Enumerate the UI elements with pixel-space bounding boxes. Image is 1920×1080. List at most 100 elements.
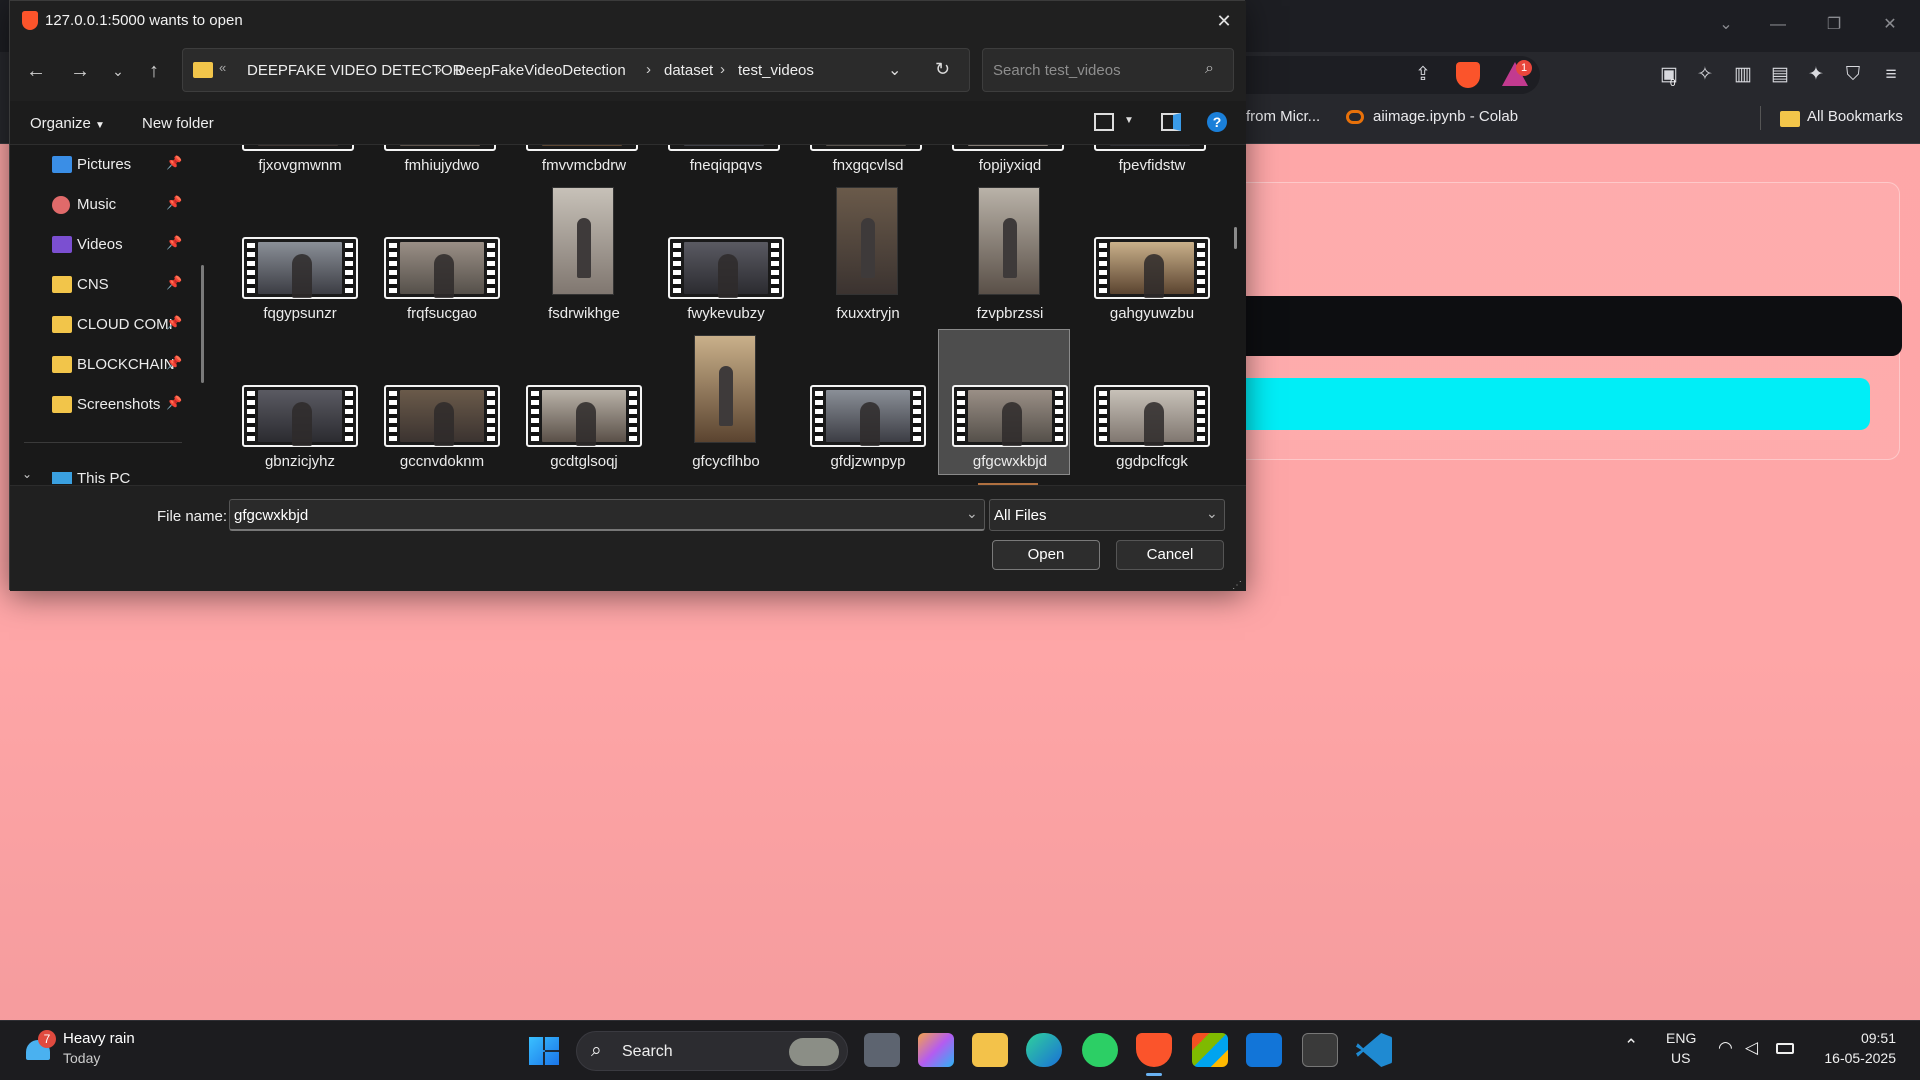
whatsapp-icon[interactable] xyxy=(1082,1033,1118,1067)
open-button[interactable]: Open xyxy=(992,540,1100,570)
file-name-dropdown-icon[interactable]: ⌄ xyxy=(966,505,978,522)
video-thumbnail[interactable] xyxy=(810,385,926,447)
nav-item-cloud[interactable]: CLOUD COMI 📌 xyxy=(10,305,190,345)
weather-title[interactable]: Heavy rain xyxy=(63,1030,135,1047)
file-name[interactable]: fmvvmcbdrw xyxy=(514,157,654,174)
microsoft-store-icon[interactable] xyxy=(1192,1033,1228,1067)
video-thumbnail[interactable] xyxy=(552,187,614,295)
video-thumbnail[interactable] xyxy=(836,187,898,295)
grid-scrollbar[interactable] xyxy=(1234,227,1237,249)
video-thumbnail[interactable] xyxy=(242,237,358,299)
file-name[interactable]: fxuxxtryjn xyxy=(798,305,938,322)
refresh-icon[interactable]: ↻ xyxy=(935,59,950,80)
breadcrumb-item[interactable]: test_videos xyxy=(738,62,814,79)
video-thumbnail[interactable] xyxy=(1094,237,1210,299)
extensions-counter-icon[interactable]: ▣ xyxy=(1656,62,1682,88)
tab-search-chevron-icon[interactable]: ⌄ xyxy=(1706,10,1746,40)
edge-icon[interactable] xyxy=(1026,1033,1062,1067)
file-explorer-icon[interactable] xyxy=(972,1033,1008,1067)
video-thumbnail[interactable] xyxy=(978,187,1040,295)
language-top[interactable]: ENG xyxy=(1666,1030,1696,1046)
video-thumbnail[interactable] xyxy=(1094,385,1210,447)
file-name[interactable]: fneqiqpqvs xyxy=(656,157,796,174)
nav-item-blockchain[interactable]: BLOCKCHAIN 📌 xyxy=(10,345,190,385)
clock-time[interactable]: 09:51 xyxy=(1842,1030,1896,1046)
file-name[interactable]: gbnzicjyhz xyxy=(230,453,370,470)
leo-ai-icon[interactable]: ✦ xyxy=(1803,62,1829,88)
outlook-icon[interactable] xyxy=(1246,1033,1282,1067)
view-dropdown-icon[interactable]: ▼ xyxy=(1124,115,1134,126)
search-input[interactable]: Search test_videos ⌕ xyxy=(982,48,1234,92)
help-icon[interactable]: ? xyxy=(1207,112,1227,132)
copilot-icon[interactable] xyxy=(918,1033,954,1067)
breadcrumb-item[interactable]: dataset xyxy=(664,62,713,79)
video-thumbnail[interactable] xyxy=(668,237,784,299)
menu-icon[interactable]: ≡ xyxy=(1878,62,1904,88)
file-name[interactable]: gccnvdoknm xyxy=(372,453,512,470)
nav-scrollbar[interactable] xyxy=(201,265,204,383)
up-arrow-icon[interactable]: ↑ xyxy=(136,53,172,89)
taskbar-search-box[interactable]: ⌕ Search xyxy=(576,1031,848,1071)
bookmark-all[interactable]: All Bookmarks xyxy=(1807,108,1903,125)
file-name[interactable]: fsdrwikhge xyxy=(514,305,654,322)
video-thumbnail[interactable] xyxy=(952,385,1068,447)
file-name[interactable]: fzvpbrzssi xyxy=(940,305,1080,322)
wallet-icon[interactable]: ▤ xyxy=(1767,62,1793,88)
nav-item-cns[interactable]: CNS 📌 xyxy=(10,265,190,305)
cancel-button[interactable]: Cancel xyxy=(1116,540,1224,570)
file-name[interactable]: ggdpclfcgk xyxy=(1082,453,1222,470)
breadcrumb[interactable]: « DEEPFAKE VIDEO DETECTOR › DeepFakeVide… xyxy=(182,48,970,92)
file-name[interactable]: gfcycflhbo xyxy=(656,453,796,470)
video-thumbnail[interactable] xyxy=(668,145,780,151)
window-close-button[interactable]: ✕ xyxy=(1870,10,1910,40)
terminal-icon[interactable] xyxy=(1302,1033,1338,1067)
wifi-icon[interactable]: ◠ xyxy=(1718,1038,1733,1058)
resize-grip-icon[interactable]: ⋰ xyxy=(1232,580,1242,591)
battery-icon[interactable] xyxy=(1776,1043,1794,1054)
sidebar-icon[interactable]: ▥ xyxy=(1730,62,1756,88)
video-thumbnail[interactable] xyxy=(810,145,922,151)
preview-pane-icon[interactable] xyxy=(1161,113,1181,131)
video-thumbnail[interactable] xyxy=(242,145,354,151)
file-name[interactable]: fopjiyxiqd xyxy=(940,157,1080,174)
file-name[interactable]: fjxovgmwnm xyxy=(230,157,370,174)
overflow-icon[interactable]: « xyxy=(219,60,226,75)
breadcrumb-item[interactable]: DeepFakeVideoDetection xyxy=(455,62,626,79)
file-name[interactable]: gfgcwxkbjd xyxy=(940,453,1080,470)
file-input-bar[interactable] xyxy=(1200,296,1902,356)
breadcrumb-item[interactable]: DEEPFAKE VIDEO DETECTOR xyxy=(247,62,463,79)
video-thumbnail[interactable] xyxy=(526,145,638,151)
new-folder-button[interactable]: New folder xyxy=(142,115,214,132)
file-name[interactable]: gfdjzwnpyp xyxy=(798,453,938,470)
file-type-select[interactable]: All Files ⌄ xyxy=(989,499,1225,531)
file-name-field[interactable]: gfgcwxkbjd ⌄ xyxy=(229,499,985,531)
puzzle-extensions-icon[interactable]: ✧ xyxy=(1692,62,1718,88)
video-thumbnail[interactable] xyxy=(1094,145,1206,151)
nav-item-screenshots[interactable]: Screenshots 📌 xyxy=(10,385,190,425)
upload-button[interactable] xyxy=(1200,378,1870,430)
view-mode-icon[interactable] xyxy=(1094,113,1114,131)
file-name[interactable]: gcdtglsoqj xyxy=(514,453,654,470)
video-thumbnail[interactable] xyxy=(694,335,756,443)
dialog-close-button[interactable]: ✕ xyxy=(1210,7,1238,35)
tray-overflow-chevron-icon[interactable]: ⌃ xyxy=(1624,1036,1638,1056)
volume-icon[interactable]: ◁ xyxy=(1745,1038,1758,1058)
video-thumbnail[interactable] xyxy=(242,385,358,447)
organize-button[interactable]: Organize ▼ xyxy=(30,115,105,132)
brave-shields-icon[interactable] xyxy=(1456,62,1480,88)
minimize-button[interactable]: — xyxy=(1758,10,1798,40)
nav-item-music[interactable]: Music 📌 xyxy=(10,185,190,225)
video-thumbnail[interactable] xyxy=(384,385,500,447)
bookmark-item[interactable]: from Micr... xyxy=(1246,108,1320,125)
restore-button[interactable]: ❐ xyxy=(1814,10,1854,40)
bookmark-item[interactable]: aiimage.ipynb - Colab xyxy=(1373,108,1518,125)
video-thumbnail[interactable] xyxy=(384,237,500,299)
address-dropdown-icon[interactable]: ⌄ xyxy=(888,60,901,80)
file-name[interactable]: fqgypsunzr xyxy=(230,305,370,322)
video-thumbnail[interactable] xyxy=(526,385,642,447)
video-thumbnail[interactable] xyxy=(384,145,496,151)
task-view-icon[interactable] xyxy=(864,1033,900,1067)
share-icon[interactable]: ⇪ xyxy=(1410,62,1436,88)
back-arrow-icon[interactable]: ← xyxy=(18,53,54,89)
file-name[interactable]: frqfsucgao xyxy=(372,305,512,322)
